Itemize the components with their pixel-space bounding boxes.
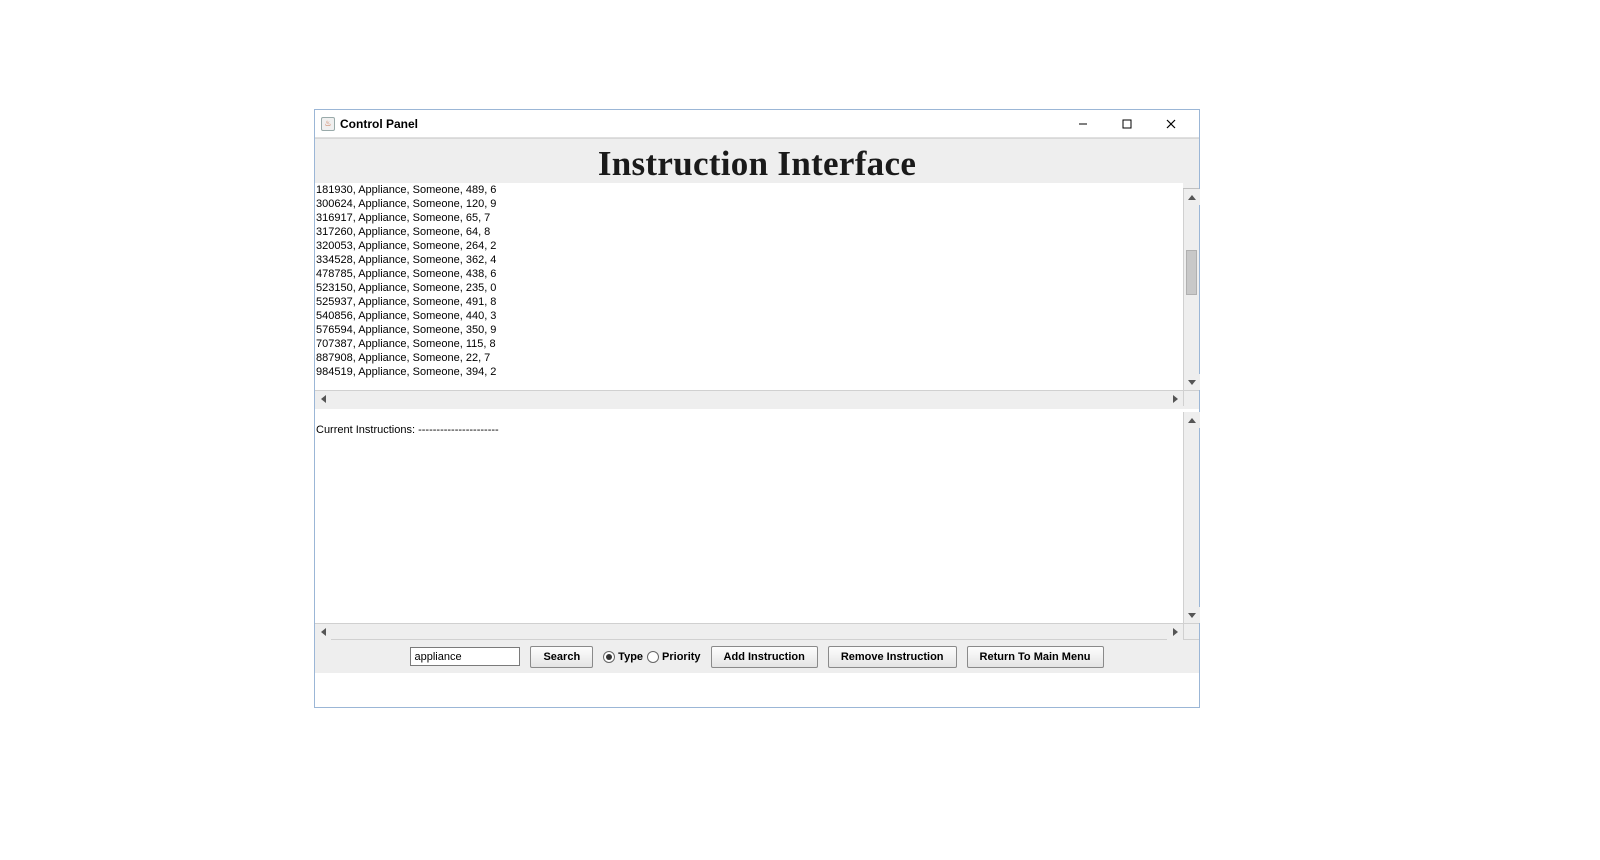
chevron-right-icon [1173, 395, 1178, 403]
radio-type-label: Type [618, 651, 643, 663]
chevron-down-icon [1188, 380, 1196, 385]
instructions-pane: Current Instructions: ------------------… [315, 406, 1199, 639]
scrollbar-track[interactable] [1184, 428, 1199, 607]
maximize-button[interactable] [1105, 110, 1149, 138]
scroll-up-button[interactable] [1184, 189, 1200, 205]
results-pane: 181930, Appliance, Someone, 489, 6 30062… [315, 189, 1199, 406]
titlebar[interactable]: ♨ Control Panel [315, 110, 1199, 138]
close-icon [1166, 119, 1176, 129]
add-instruction-button[interactable]: Add Instruction [711, 646, 818, 668]
scrollbar-track[interactable] [1184, 205, 1199, 374]
scrollbar-track[interactable] [331, 624, 1167, 639]
remove-instruction-button[interactable]: Remove Instruction [828, 646, 957, 668]
minimize-icon [1078, 119, 1088, 129]
results-text[interactable]: 181930, Appliance, Someone, 489, 6 30062… [315, 183, 1183, 384]
window-title: Control Panel [340, 117, 418, 131]
radio-icon [603, 651, 615, 663]
chevron-up-icon [1188, 195, 1196, 200]
search-input[interactable] [410, 647, 520, 666]
chevron-right-icon [1173, 628, 1178, 636]
minimize-button[interactable] [1061, 110, 1105, 138]
maximize-icon [1122, 119, 1132, 129]
scrollbar-track[interactable] [331, 391, 1167, 406]
instructions-vertical-scrollbar[interactable] [1183, 412, 1199, 623]
scroll-down-button[interactable] [1184, 607, 1200, 623]
scrollbar-corner [1183, 390, 1199, 406]
page-title: Instruction Interface [598, 144, 916, 184]
radio-priority-label: Priority [662, 651, 701, 663]
scroll-left-button[interactable] [315, 624, 331, 640]
scroll-left-button[interactable] [315, 391, 331, 407]
scroll-up-button[interactable] [1184, 412, 1200, 428]
return-main-menu-button[interactable]: Return To Main Menu [967, 646, 1104, 668]
search-mode-radio-group: Type Priority [603, 651, 700, 663]
scrollbar-corner [1183, 623, 1199, 639]
scroll-down-button[interactable] [1184, 374, 1200, 390]
results-horizontal-scrollbar[interactable] [315, 390, 1183, 406]
scrollbar-thumb[interactable] [1186, 250, 1197, 295]
window-frame: ♨ Control Panel Instruction Interface 18… [314, 109, 1200, 708]
radio-priority[interactable]: Priority [647, 651, 701, 663]
java-icon: ♨ [321, 117, 335, 131]
chevron-up-icon [1188, 418, 1196, 423]
search-button[interactable]: Search [530, 646, 593, 668]
close-button[interactable] [1149, 110, 1193, 138]
scroll-right-button[interactable] [1167, 624, 1183, 640]
instructions-text[interactable]: Current Instructions: ------------------… [315, 409, 1183, 623]
instructions-horizontal-scrollbar[interactable] [315, 623, 1183, 639]
toolbar: Search Type Priority Add Instruction Rem… [315, 639, 1199, 673]
radio-icon [647, 651, 659, 663]
radio-type[interactable]: Type [603, 651, 643, 663]
chevron-down-icon [1188, 613, 1196, 618]
chevron-left-icon [321, 395, 326, 403]
header-banner: Instruction Interface [315, 138, 1199, 189]
results-vertical-scrollbar[interactable] [1183, 189, 1199, 390]
chevron-left-icon [321, 628, 326, 636]
scroll-right-button[interactable] [1167, 391, 1183, 407]
